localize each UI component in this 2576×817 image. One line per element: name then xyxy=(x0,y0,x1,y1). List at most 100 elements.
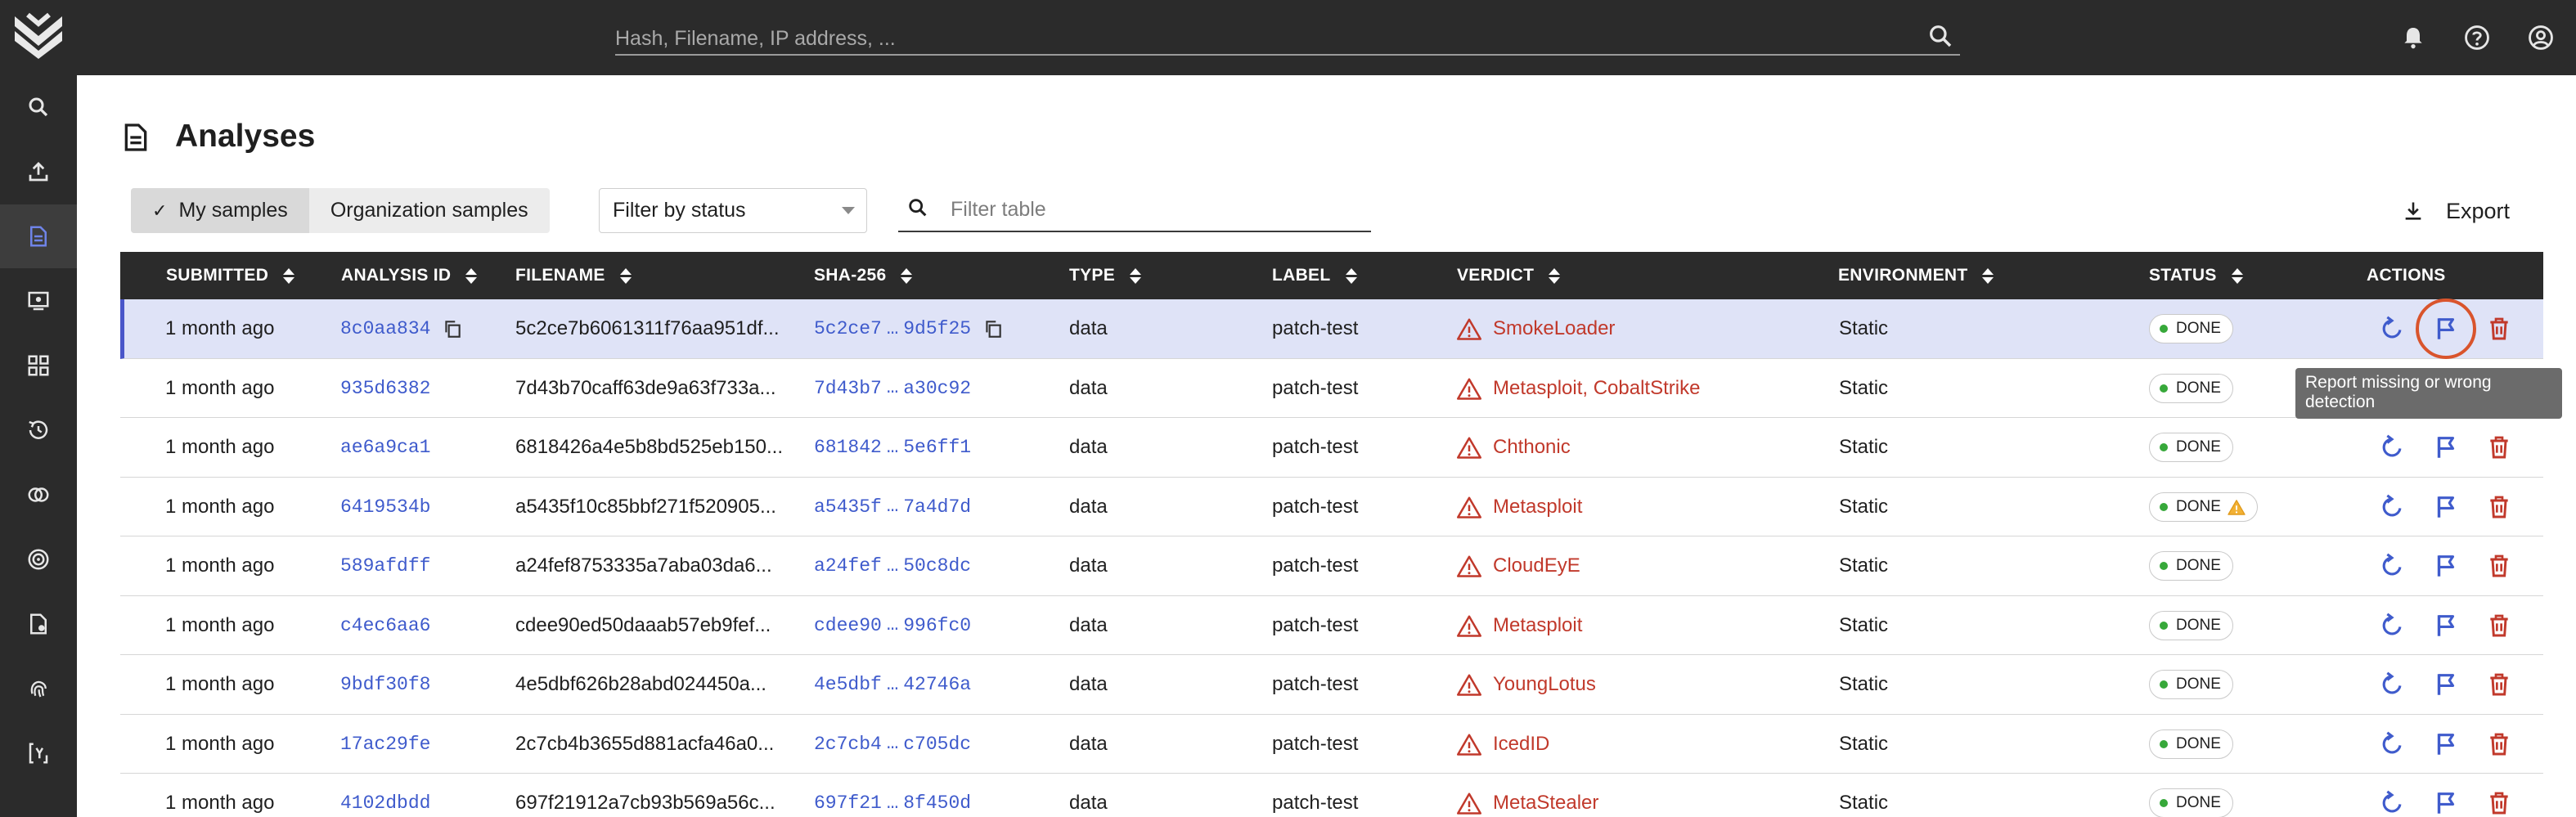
sha256-end[interactable]: 8f450d xyxy=(903,792,971,814)
sort-icon[interactable] xyxy=(283,267,295,284)
analyses-icon[interactable] xyxy=(0,204,77,268)
copy-icon[interactable] xyxy=(982,318,1004,339)
delete-icon[interactable] xyxy=(2481,429,2517,465)
compare-icon[interactable] xyxy=(0,463,77,527)
column-header[interactable]: LABEL xyxy=(1272,252,1357,299)
report-flag-icon[interactable] xyxy=(2428,429,2464,465)
table-row[interactable]: 1 month ago 6419534b a5435f10c85bbf271f520… xyxy=(120,477,2543,536)
verdict-text[interactable]: YoungLotus xyxy=(1493,673,1596,696)
delete-icon[interactable] xyxy=(2481,548,2517,584)
table-row[interactable]: 1 month ago 8c0aa834 5c2ce7b6061311f76aa95… xyxy=(120,299,2543,359)
analysis-id-link[interactable]: 8c0aa834 xyxy=(340,318,430,339)
report-flag-icon[interactable] xyxy=(2428,489,2464,525)
screen-icon[interactable] xyxy=(0,269,77,333)
delete-icon[interactable] xyxy=(2481,311,2517,347)
sha256-end[interactable]: 42746a xyxy=(903,674,971,695)
column-header[interactable]: STATUS xyxy=(2149,252,2243,299)
sha256-end[interactable]: 7a4d7d xyxy=(903,496,971,518)
verdict-text[interactable]: SmokeLoader xyxy=(1493,317,1615,340)
sort-icon[interactable] xyxy=(1549,267,1561,284)
global-search-input[interactable] xyxy=(615,25,1891,52)
sha256-end[interactable]: c705dc xyxy=(903,734,971,755)
column-header[interactable]: ENVIRONMENT xyxy=(1838,252,1994,299)
help-icon[interactable] xyxy=(2457,18,2497,57)
account-icon[interactable] xyxy=(2521,18,2560,57)
analysis-id-link[interactable]: ae6a9ca1 xyxy=(340,437,430,458)
sidebar-search-icon[interactable] xyxy=(0,75,77,139)
verdict-text[interactable]: Metasploit xyxy=(1493,496,1582,518)
sha256-start[interactable]: 4e5dbf xyxy=(814,674,882,695)
report-flag-icon[interactable] xyxy=(2416,299,2476,359)
table-row[interactable]: 1 month ago 589afdff a24fef8753335a7aba03d… xyxy=(120,536,2543,596)
sha256-end[interactable]: 5e6ff1 xyxy=(903,437,971,458)
table-row[interactable]: 1 month ago c4ec6aa6 cdee90ed50daaab57eb9f… xyxy=(120,595,2543,655)
delete-icon[interactable] xyxy=(2481,489,2517,525)
sort-icon[interactable] xyxy=(901,267,913,284)
table-filter-input[interactable] xyxy=(951,195,1360,224)
sort-icon[interactable] xyxy=(465,267,478,284)
verdict-text[interactable]: MetaStealer xyxy=(1493,792,1598,815)
column-header[interactable]: TYPE xyxy=(1069,252,1142,299)
analysis-id-link[interactable]: 935d6382 xyxy=(340,378,430,399)
verdict-text[interactable]: IcedID xyxy=(1493,733,1549,756)
table-row[interactable]: 1 month ago 935d6382 7d43b70caff63de9a63f7… xyxy=(120,358,2543,418)
table-row[interactable]: 1 month ago 17ac29fe 2c7cb4b3655d881acfa46… xyxy=(120,714,2543,774)
column-header[interactable]: VERDICT xyxy=(1457,252,1561,299)
sort-icon[interactable] xyxy=(1130,267,1142,284)
report-icon[interactable] xyxy=(0,592,77,656)
upload-icon[interactable] xyxy=(0,140,77,204)
report-flag-icon[interactable] xyxy=(2428,667,2464,703)
sha256-start[interactable]: a24fef xyxy=(814,555,882,577)
sort-icon[interactable] xyxy=(1345,267,1357,284)
report-flag-icon[interactable] xyxy=(2428,785,2464,817)
analysis-id-link[interactable]: 589afdff xyxy=(340,555,430,577)
delete-icon[interactable] xyxy=(2481,785,2517,817)
export-button[interactable]: Export xyxy=(2402,193,2510,229)
sha256-start[interactable]: a5435f xyxy=(814,496,882,518)
sort-icon[interactable] xyxy=(2231,267,2243,284)
analysis-id-link[interactable]: 6419534b xyxy=(340,496,430,518)
sha256-start[interactable]: 2c7cb4 xyxy=(814,734,882,755)
sha256-end[interactable]: 996fc0 xyxy=(903,615,971,636)
reanalyze-icon[interactable] xyxy=(2374,608,2410,644)
column-header[interactable]: SUBMITTED xyxy=(166,252,295,299)
reanalyze-icon[interactable] xyxy=(2374,429,2410,465)
analysis-id-link[interactable]: 17ac29fe xyxy=(340,734,430,755)
reanalyze-icon[interactable] xyxy=(2374,548,2410,584)
sha256-start[interactable]: 681842 xyxy=(814,437,882,458)
tab-organization-samples[interactable]: Organization samples xyxy=(309,188,550,233)
report-flag-icon[interactable] xyxy=(2428,726,2464,762)
column-header[interactable]: SHA-256 xyxy=(814,252,913,299)
search-icon[interactable] xyxy=(1921,18,1960,54)
report-flag-icon[interactable] xyxy=(2428,548,2464,584)
fingerprint-icon[interactable] xyxy=(0,657,77,720)
copy-icon[interactable] xyxy=(442,318,463,339)
history-icon[interactable] xyxy=(0,398,77,462)
sha256-end[interactable]: a30c92 xyxy=(903,378,971,399)
target-icon[interactable] xyxy=(0,527,77,591)
reanalyze-icon[interactable] xyxy=(2374,489,2410,525)
dashboard-icon[interactable] xyxy=(0,334,77,397)
delete-icon[interactable] xyxy=(2481,726,2517,762)
sort-icon[interactable] xyxy=(619,267,632,284)
verdict-text[interactable]: Metasploit xyxy=(1493,614,1582,637)
analysis-id-link[interactable]: 9bdf30f8 xyxy=(340,674,430,695)
analysis-id-link[interactable]: 4102dbdd xyxy=(340,792,430,814)
app-logo[interactable] xyxy=(11,11,65,61)
sha256-start[interactable]: cdee90 xyxy=(814,615,882,636)
report-flag-icon[interactable] xyxy=(2428,608,2464,644)
sha256-start[interactable]: 5c2ce7 xyxy=(814,318,882,339)
reanalyze-icon[interactable] xyxy=(2374,667,2410,703)
yara-icon[interactable] xyxy=(0,721,77,785)
verdict-text[interactable]: CloudEyE xyxy=(1493,554,1580,577)
tab-my-samples[interactable]: ✓ My samples xyxy=(131,188,309,233)
verdict-text[interactable]: Chthonic xyxy=(1493,436,1571,459)
analysis-id-link[interactable]: c4ec6aa6 xyxy=(340,615,430,636)
reanalyze-icon[interactable] xyxy=(2374,726,2410,762)
sha256-end[interactable]: 50c8dc xyxy=(903,555,971,577)
sha256-start[interactable]: 7d43b7 xyxy=(814,378,882,399)
sort-icon[interactable] xyxy=(1982,267,1994,284)
verdict-text[interactable]: Metasploit, CobaltStrike xyxy=(1493,377,1700,400)
table-row[interactable]: 1 month ago ae6a9ca1 6818426a4e5b8bd525eb1… xyxy=(120,418,2543,478)
delete-icon[interactable] xyxy=(2481,608,2517,644)
